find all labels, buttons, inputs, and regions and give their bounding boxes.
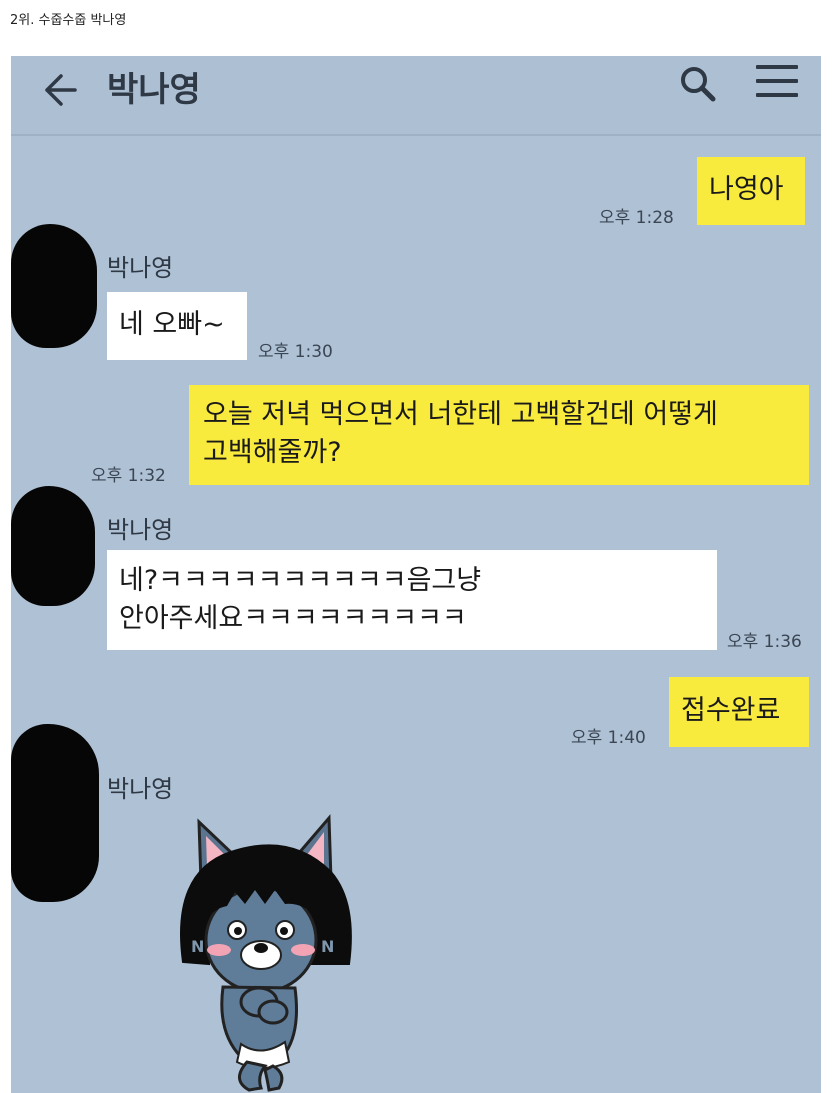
svg-text:N: N [321, 937, 334, 956]
their-message-bubble[interactable]: 네 오빠~ [107, 292, 247, 360]
avatar[interactable] [11, 486, 95, 606]
their-message-bubble[interactable]: 네?ㅋㅋㅋㅋㅋㅋㅋㅋㅋㅋ음그냥 안아주세요ㅋㅋㅋㅋㅋㅋㅋㅋㅋ [107, 550, 717, 650]
message-line: 네?ㅋㅋㅋㅋㅋㅋㅋㅋㅋㅋ음그냥 [119, 565, 482, 596]
message-line: 안아주세요ㅋㅋㅋㅋㅋㅋㅋㅋㅋ [119, 603, 467, 634]
svg-text:N: N [191, 937, 204, 956]
message-time: 오후 1:30 [258, 342, 333, 362]
chat-header: 박나영 [11, 56, 821, 136]
message-time: 오후 1:28 [599, 208, 674, 228]
search-icon[interactable] [676, 62, 720, 106]
avatar[interactable] [11, 224, 97, 348]
message-time: 오후 1:36 [727, 632, 802, 652]
message-time: 오후 1:32 [91, 466, 166, 486]
message-text: 나영아 [709, 174, 784, 205]
sender-name: 박나영 [107, 254, 174, 282]
avatar[interactable] [11, 724, 99, 902]
my-message-bubble[interactable]: 오늘 저녁 먹으면서 너한테 고백할건데 어떻게 고백해줄까? [189, 385, 809, 485]
message-text: 접수완료 [681, 695, 781, 726]
message-line: 오늘 저녁 먹으면서 너한테 고백할건데 어떻게 [203, 399, 718, 430]
message-text: 네 오빠~ [119, 309, 225, 340]
sender-name: 박나영 [107, 775, 174, 803]
my-message-bubble[interactable]: 나영아 [697, 157, 805, 225]
message-time: 오후 1:40 [571, 728, 646, 748]
post-caption: 2위. 수줍수줍 박나영 [10, 13, 127, 28]
my-message-bubble[interactable]: 접수완료 [669, 677, 809, 747]
kakao-neo-shy-sticker[interactable]: N N [161, 812, 361, 1093]
message-line: 고백해줄까? [203, 437, 342, 468]
sender-name: 박나영 [107, 516, 174, 544]
hamburger-menu-icon[interactable] [756, 65, 798, 101]
back-arrow-icon[interactable] [39, 70, 79, 110]
chat-screen: 박나영 오후 1:28 나영아 박나영 네 오빠~ 오후 1:30 오후 1:3… [11, 56, 821, 1093]
chat-title: 박나영 [107, 70, 201, 110]
